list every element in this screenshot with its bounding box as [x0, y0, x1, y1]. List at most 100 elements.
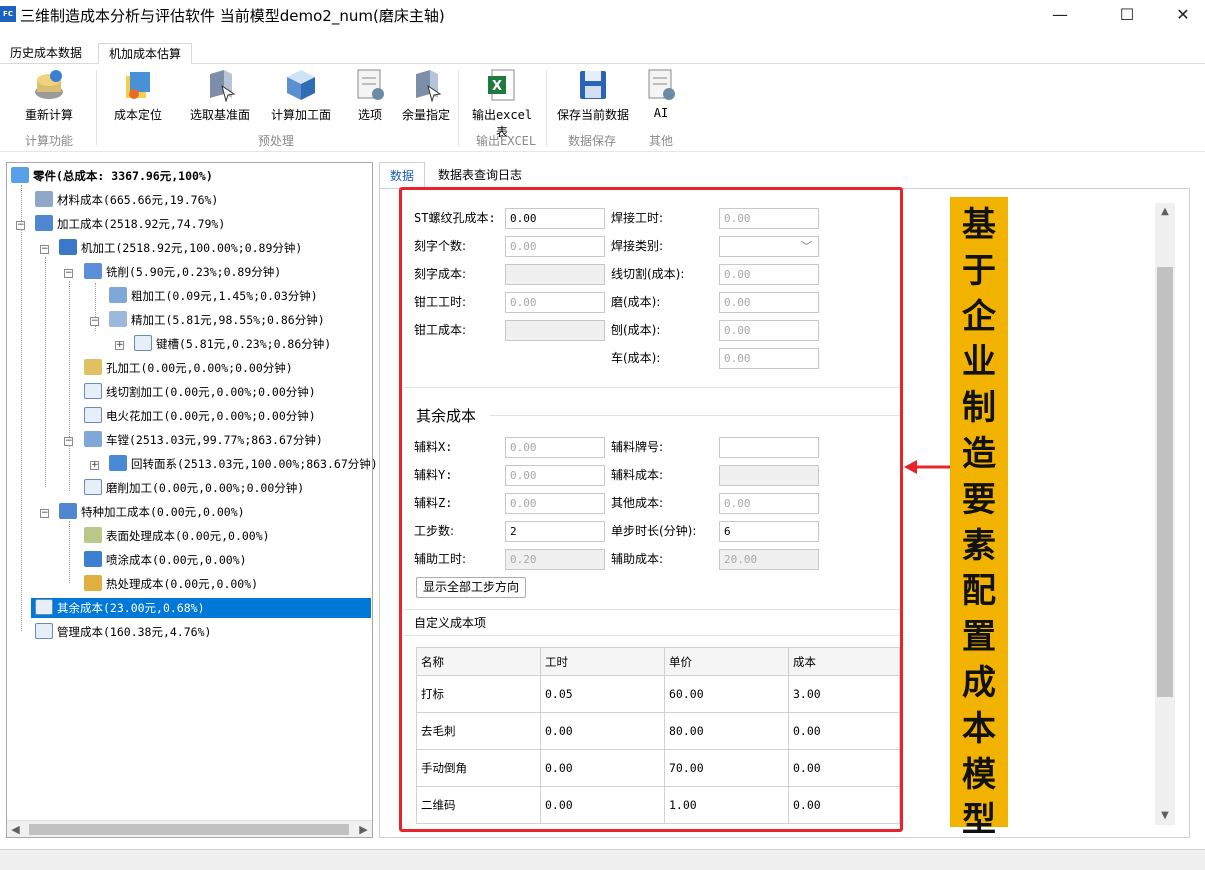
cell-cost[interactable]: 0.00 [788, 712, 900, 750]
tree-item-material[interactable]: 材料成本(665.66元,19.76%) [35, 190, 218, 210]
collapse-toggle[interactable]: − [64, 269, 73, 278]
options-button[interactable]: 选项 [350, 68, 390, 123]
aux-y-input[interactable]: 0.00 [505, 465, 605, 486]
cell-name[interactable]: 打标 [416, 675, 541, 713]
turn-cost-input[interactable]: 0.00 [719, 348, 819, 369]
grind-cost-input[interactable]: 0.00 [719, 292, 819, 313]
tree-item-rough[interactable]: 粗加工(0.09元,1.45%;0.03分钟) [109, 286, 318, 306]
tree-item-surface[interactable]: 表面处理成本(0.00元,0.00%) [84, 526, 270, 546]
calc-surface-button[interactable]: 计算加工面 [268, 68, 334, 123]
tree-item-wire-cut[interactable]: 线切割加工(0.00元,0.00%;0.00分钟) [84, 382, 316, 402]
cell-cost[interactable]: 0.00 [788, 786, 900, 824]
ai-button[interactable]: AI [640, 68, 682, 120]
tree-root[interactable]: 零件(总成本: 3367.96元,100%) [11, 166, 213, 186]
recalc-button[interactable]: 重新计算 [20, 68, 78, 123]
aux-cost-input[interactable] [719, 465, 819, 486]
bench-hours-input[interactable]: 0.00 [505, 292, 605, 313]
select-datum-button[interactable]: 选取基准面 [186, 68, 254, 123]
weld-type-select[interactable]: ﹀ [719, 236, 819, 257]
st-thread-cost-input[interactable]: 0.00 [505, 208, 605, 229]
tab-data[interactable]: 数据 [379, 162, 426, 189]
scroll-down-icon[interactable]: ▼ [1155, 807, 1175, 825]
aux-grade-input[interactable] [719, 437, 819, 458]
locate-cost-button[interactable]: 成本定位 [108, 68, 168, 123]
engrave-cost-input[interactable] [505, 264, 605, 285]
engrave-count-input[interactable]: 0.00 [505, 236, 605, 257]
bench-cost-input[interactable] [505, 320, 605, 341]
tree-item-other[interactable]: 其余成本(23.00元,0.68%) [31, 598, 371, 618]
column-header-name[interactable]: 名称 [416, 647, 541, 676]
close-button[interactable]: ✕ [1160, 0, 1205, 30]
tree-item-turning[interactable]: 车镗(2513.03元,99.77%;863.67分钟) [84, 430, 323, 450]
tree-item-special[interactable]: 特种加工成本(0.00元,0.00%) [59, 502, 245, 522]
options-icon [354, 68, 386, 102]
cell-hours[interactable]: 0.00 [540, 712, 665, 750]
form-vertical-scrollbar[interactable]: ▲ ▼ [1155, 203, 1175, 825]
weld-hours-input[interactable]: 0.00 [719, 208, 819, 229]
tree-item-machining-cost[interactable]: 加工成本(2518.92元,74.79%) [35, 214, 225, 234]
cell-name[interactable]: 去毛刺 [416, 712, 541, 750]
table-row[interactable]: 二维码 0.00 1.00 0.00 [416, 786, 900, 824]
collapse-toggle[interactable]: − [40, 509, 49, 518]
tab-history-cost[interactable]: 历史成本数据 [0, 43, 92, 64]
minimize-button[interactable]: — [1037, 0, 1083, 30]
ribbon-separator [96, 70, 97, 146]
tree-item-grinding[interactable]: 磨削加工(0.00元,0.00%;0.00分钟) [84, 478, 304, 498]
cell-unit-price[interactable]: 80.00 [664, 712, 789, 750]
tree-item-heat[interactable]: 热处理成本(0.00元,0.00%) [84, 574, 258, 594]
cell-unit-price[interactable]: 1.00 [664, 786, 789, 824]
aux-z-input[interactable]: 0.00 [505, 493, 605, 514]
assist-cost-input[interactable]: 20.00 [719, 549, 819, 570]
cell-hours[interactable]: 0.00 [540, 749, 665, 787]
tree-item-spray[interactable]: 喷涂成本(0.00元,0.00%) [84, 550, 247, 570]
tree-item-milling[interactable]: 铣削(5.90元,0.23%;0.89分钟) [84, 262, 281, 282]
column-header-cost[interactable]: 成本 [788, 647, 900, 676]
cell-name[interactable]: 手动倒角 [416, 749, 541, 787]
cell-hours[interactable]: 0.05 [540, 675, 665, 713]
steps-input[interactable]: 2 [505, 521, 605, 542]
cell-unit-price[interactable]: 70.00 [664, 749, 789, 787]
scroll-thumb[interactable] [29, 824, 349, 835]
scroll-up-icon[interactable]: ▲ [1155, 203, 1175, 221]
collapse-toggle[interactable]: − [16, 221, 25, 230]
maximize-button[interactable]: ☐ [1104, 0, 1150, 30]
allowance-button[interactable]: 余量指定 [398, 68, 454, 123]
aux-x-input[interactable]: 0.00 [505, 437, 605, 458]
cell-name[interactable]: 二维码 [416, 786, 541, 824]
scroll-thumb[interactable] [1157, 267, 1173, 697]
column-header-hours[interactable]: 工时 [540, 647, 665, 676]
tree-item-machining[interactable]: 机加工(2518.92元,100.00%;0.89分钟) [59, 238, 302, 258]
collapse-toggle[interactable]: − [64, 437, 73, 446]
table-row[interactable]: 打标 0.05 60.00 3.00 [416, 675, 900, 713]
tree-item-edm[interactable]: 电火花加工(0.00元,0.00%;0.00分钟) [84, 406, 316, 426]
tab-machining-estimate[interactable]: 机加成本估算 [98, 43, 193, 64]
table-row[interactable]: 手动倒角 0.00 70.00 0.00 [416, 749, 900, 787]
collapse-toggle[interactable]: − [90, 317, 99, 326]
plane-cost-input[interactable]: 0.00 [719, 320, 819, 341]
scroll-left-icon[interactable]: ◀ [7, 821, 24, 838]
misc-cost-input[interactable]: 0.00 [719, 493, 819, 514]
tree-item-revolve[interactable]: 回转面系(2513.03元,100.00%;863.67分钟) [109, 454, 378, 474]
show-step-directions-button[interactable]: 显示全部工步方向 [416, 577, 527, 598]
expand-toggle[interactable]: + [90, 461, 99, 470]
column-header-unit-price[interactable]: 单价 [664, 647, 789, 676]
tree-item-management[interactable]: 管理成本(160.38元,4.76%) [35, 622, 211, 642]
export-excel-button[interactable]: X 输出excel表 [466, 68, 538, 140]
tab-query-log[interactable]: 数据表查询日志 [428, 162, 532, 189]
tree-item-keyway[interactable]: 键槽(5.81元,0.23%;0.86分钟) [134, 334, 331, 354]
tree-item-hole[interactable]: 孔加工(0.00元,0.00%;0.00分钟) [84, 358, 293, 378]
cell-hours[interactable]: 0.00 [540, 786, 665, 824]
wire-cut-cost-input[interactable]: 0.00 [719, 264, 819, 285]
save-data-button[interactable]: 保存当前数据 [554, 68, 632, 123]
tree-horizontal-scrollbar[interactable]: ◀ ▶ [7, 820, 372, 837]
aux-hours-input[interactable]: 0.20 [505, 549, 605, 570]
cell-cost[interactable]: 3.00 [788, 675, 900, 713]
cell-cost[interactable]: 0.00 [788, 749, 900, 787]
expand-toggle[interactable]: + [115, 341, 124, 350]
cell-unit-price[interactable]: 60.00 [664, 675, 789, 713]
step-duration-input[interactable]: 6 [719, 521, 819, 542]
tree-item-finish[interactable]: 精加工(5.81元,98.55%;0.86分钟) [109, 310, 325, 330]
scroll-right-icon[interactable]: ▶ [355, 821, 372, 838]
table-row[interactable]: 去毛刺 0.00 80.00 0.00 [416, 712, 900, 750]
collapse-toggle[interactable]: − [40, 245, 49, 254]
